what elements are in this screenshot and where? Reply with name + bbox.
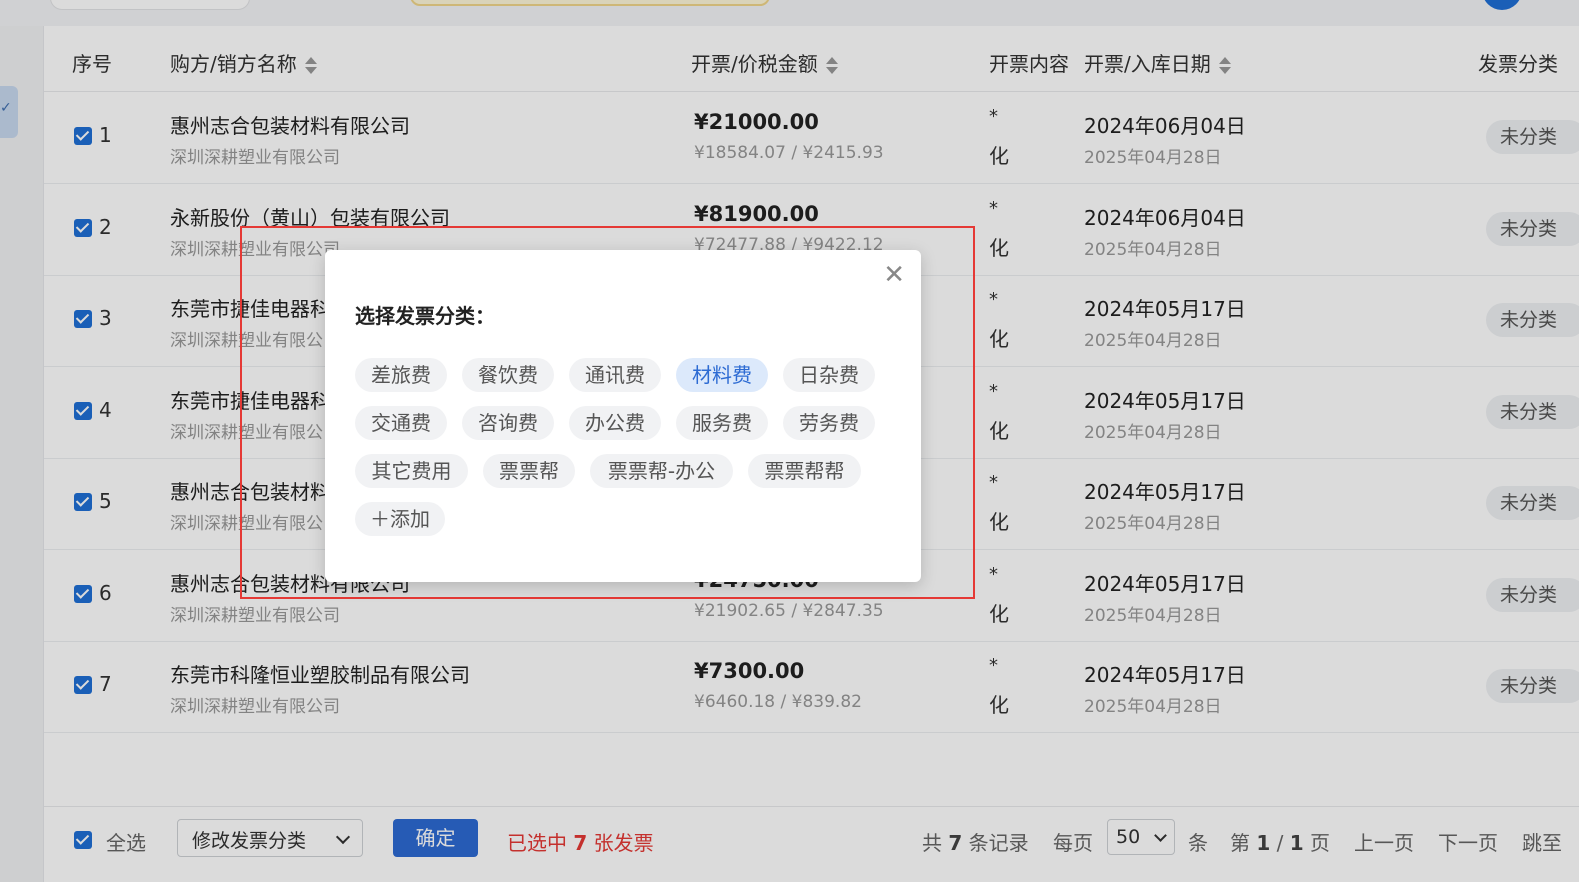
modal-title: 选择发票分类： [355, 304, 495, 328]
category-tag[interactable]: 票票帮 [483, 454, 575, 488]
category-tag[interactable]: 咨询费 [462, 406, 554, 440]
category-tag[interactable]: 交通费 [355, 406, 447, 440]
category-tag[interactable]: 通讯费 [569, 358, 661, 392]
category-tag[interactable]: 其它费用 [355, 454, 468, 488]
category-tag[interactable]: 办公费 [569, 406, 661, 440]
category-tag[interactable]: 日杂费 [783, 358, 875, 392]
close-icon[interactable]: ✕ [883, 260, 905, 290]
category-tag[interactable]: 票票帮-办公 [590, 454, 733, 488]
add-category-button[interactable]: ＋添加 [355, 502, 445, 536]
category-tag[interactable]: 服务费 [676, 406, 768, 440]
category-tag[interactable]: 餐饮费 [462, 358, 554, 392]
category-tag[interactable]: 材料费 [676, 358, 768, 392]
category-tag[interactable]: 差旅费 [355, 358, 447, 392]
category-tag[interactable]: 劳务费 [783, 406, 875, 440]
category-modal: ✕ 选择发票分类： 差旅费 餐饮费 通讯费 材料费 日杂费交通费 咨询费 办公费 服务费 劳务费… [325, 250, 921, 582]
category-tag[interactable]: 票票帮帮 [748, 454, 861, 488]
